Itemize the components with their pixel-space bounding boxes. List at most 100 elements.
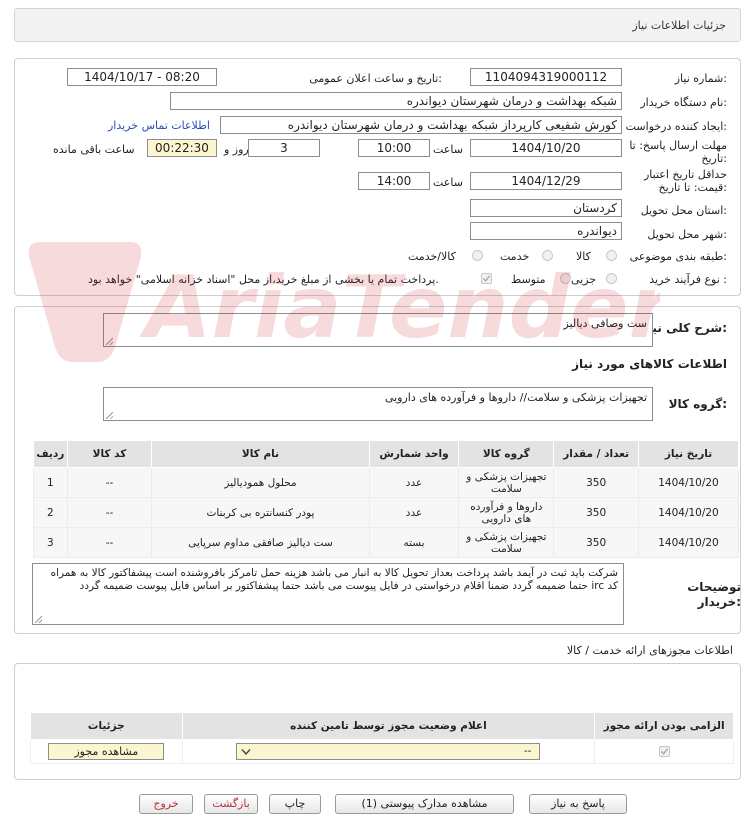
need-number-label: شماره نیاز: (674, 72, 727, 85)
col-unit: واحد شمارش (368, 440, 460, 468)
treasury-checkbox[interactable] (481, 273, 492, 284)
chevron-down-icon (241, 749, 251, 756)
col-group: گروه کالا (458, 440, 555, 468)
goods-table-header: ردیف کد کالا نام کالا واحد شمارش گروه کا… (33, 440, 740, 468)
cell-name: پودر کنسانتره بی کربنات (151, 497, 370, 528)
announce-label: تاریخ و ساعت اعلان عمومی: (309, 72, 442, 85)
back-button[interactable]: بازگشت (204, 794, 258, 814)
price-validity-label-2: قیمت: تا تاریخ: (658, 181, 727, 194)
province-field: کردستان (470, 199, 622, 217)
checkmark-icon (660, 748, 668, 755)
category-service-radio[interactable] (542, 250, 553, 261)
cell-date: 1404/10/20 (637, 467, 740, 498)
cell-qty: 350 (553, 467, 639, 498)
days-label: روز و (224, 143, 249, 156)
summary-label: شرح کلی نیاز: (641, 321, 727, 335)
province-label: استان محل تحویل: (640, 204, 727, 217)
cell-qty: 350 (553, 497, 639, 528)
reply-deadline-label: مهلت ارسال پاسخ: تا (629, 139, 727, 152)
goods-group-textarea: تجهیزات پزشکی و سلامت// داروها و فرآورده… (103, 387, 653, 421)
view-attachments-button[interactable]: مشاهده مدارک پیوستی (1) (335, 794, 514, 814)
permits-table-header: جزئیات اعلام وضعیت مجوز توسط تامین کننده… (30, 712, 734, 740)
process-minor-label: جزیی (571, 273, 597, 286)
validity-date-field: 1404/12/29 (470, 172, 622, 190)
reply-button[interactable]: پاسخ به نیاز (529, 794, 627, 814)
announce-datetime-field: 1404/10/17 - 08:20 (67, 68, 217, 86)
col-code: کد کالا (66, 440, 153, 468)
category-service-label: خدمت (500, 250, 530, 263)
buyer-notes-textarea: شرکت باید ثبت در آیمد باشد پرداخت بعداز … (32, 563, 624, 625)
days-field: 3 (248, 139, 320, 157)
goods-section-title: اطلاعات کالاهای مورد نیاز (572, 357, 727, 371)
checkmark-icon (482, 275, 491, 282)
table-row[interactable]: 1 -- محلول همودیالیز عدد تجهیزات پزشکی و… (33, 467, 740, 498)
reply-date-field: 1404/10/20 (470, 139, 622, 157)
city-field: دیواندره (470, 222, 622, 240)
need-number-field: 1104094319000112 (470, 68, 622, 86)
buyer-org-label: نام دستگاه خریدار: (640, 96, 727, 109)
permit-required-checkbox (658, 746, 670, 757)
col-qty: تعداد / مقدار (553, 440, 639, 468)
process-medium-radio[interactable] (560, 273, 571, 284)
page-header: جزئیات اطلاعات نیاز (14, 8, 741, 42)
exit-button[interactable]: خروج (139, 794, 193, 814)
cell-unit: عدد (368, 497, 460, 528)
cell-group: تجهیزات پزشکی و سلامت (458, 527, 555, 558)
goods-group-text: تجهیزات پزشکی و سلامت// داروها و فرآورده… (384, 391, 647, 404)
permit-required-cell (594, 739, 734, 764)
buyer-notes-label: توضیحات خریدار: (681, 580, 741, 610)
cell-row: 3 (33, 527, 68, 558)
cell-qty: 350 (553, 527, 639, 558)
permit-status-select[interactable]: -- (236, 743, 541, 760)
city-label: شهر محل تحویل: (647, 228, 727, 241)
buyer-org-field: شبکه بهداشت و درمان شهرستان دیواندره (170, 92, 622, 110)
resize-grip-icon[interactable] (106, 412, 113, 419)
permit-status-cell: -- (181, 739, 596, 764)
cell-date: 1404/10/20 (637, 497, 740, 528)
cell-code: -- (66, 497, 153, 528)
col-permit-required: الزامی بودن ارائه مجوز (594, 712, 734, 740)
buyer-notes-text: شرکت باید ثبت در آیمد باشد پرداخت بعداز … (50, 567, 618, 592)
permits-table: جزئیات اعلام وضعیت مجوز توسط تامین کننده… (30, 712, 734, 764)
table-row[interactable]: 2 -- پودر کنسانتره بی کربنات عدد داروها … (33, 497, 740, 528)
reply-time-field: 10:00 (358, 139, 430, 157)
requester-label: ایجاد کننده درخواست: (625, 120, 727, 133)
permit-status-value: -- (523, 745, 532, 757)
category-goods-radio[interactable] (606, 250, 617, 261)
resize-grip-icon[interactable] (35, 616, 42, 623)
process-minor-radio[interactable] (606, 273, 617, 284)
view-permit-button[interactable]: مشاهده مجوز (48, 743, 165, 760)
price-validity-label: حداقل تاریخ اعتبار (643, 168, 727, 181)
summary-text: ست وصافی دیالیز (563, 317, 648, 330)
category-goods-service-radio[interactable] (472, 250, 483, 261)
cell-group: داروها و فرآورده های دارویی (458, 497, 555, 528)
table-row[interactable]: 3 -- ست دیالیز صافقی مداوم سرپایی بسته ت… (33, 527, 740, 558)
process-label: نوع فرآیند خرید : (649, 273, 727, 286)
page-title: جزئیات اطلاعات نیاز (632, 19, 726, 32)
summary-textarea: ست وصافی دیالیز (103, 313, 653, 347)
col-permit-details: جزئیات (30, 712, 183, 740)
goods-table: ردیف کد کالا نام کالا واحد شمارش گروه کا… (33, 440, 740, 558)
col-permit-status: اعلام وضعیت مجوز توسط تامین کننده (181, 712, 596, 740)
col-date: تاریخ نیاز (637, 440, 740, 468)
cell-date: 1404/10/20 (637, 527, 740, 558)
print-button[interactable]: چاپ (269, 794, 321, 814)
remaining-label: ساعت باقی مانده (53, 143, 135, 156)
permit-details-cell: مشاهده مجوز (30, 739, 183, 764)
validity-time-label: ساعت (433, 176, 463, 189)
cell-name: محلول همودیالیز (151, 467, 370, 498)
validity-time-field: 14:00 (358, 172, 430, 190)
reply-time-label: ساعت (433, 143, 463, 156)
cell-code: -- (66, 527, 153, 558)
resize-grip-icon[interactable] (106, 338, 113, 345)
cell-code: -- (66, 467, 153, 498)
requester-field: کورش شفیعی کارپرداز شبکه بهداشت و درمان … (220, 116, 622, 134)
category-goods-label: کالا (576, 250, 591, 263)
goods-group-label: گروه کالا: (668, 397, 727, 411)
buyer-contact-link[interactable]: اطلاعات تماس خریدار (108, 119, 210, 132)
col-name: نام کالا (151, 440, 370, 468)
permits-title: اطلاعات مجوزهای ارائه خدمت / کالا (566, 644, 733, 657)
cell-row: 1 (33, 467, 68, 498)
process-medium-label: متوسط (511, 273, 546, 286)
cell-row: 2 (33, 497, 68, 528)
